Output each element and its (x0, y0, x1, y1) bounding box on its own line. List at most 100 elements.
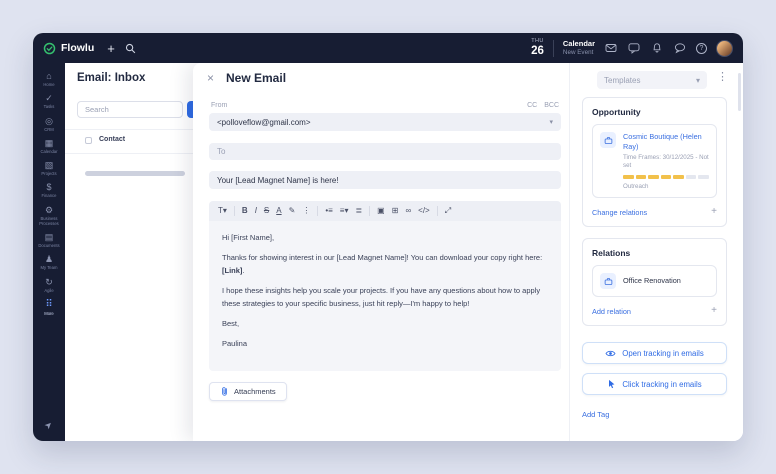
insert-image-button[interactable]: ▣ (377, 207, 385, 215)
app-sidebar: ⌂ Home ✓ Tasks ◎ CRM ▦ Calendar ▧ Projects $ F… (33, 63, 65, 441)
change-relations-link[interactable]: Change relations (592, 208, 647, 217)
flowlu-logo-icon (43, 42, 56, 54)
calendar-label: Calendar (562, 39, 595, 49)
opportunity-item[interactable]: Cosmic Boutique (Helen Ray) Time Frames:… (592, 124, 717, 199)
date-day: Thu (531, 38, 544, 44)
relation-item[interactable]: Office Renovation (592, 265, 717, 298)
to-input[interactable]: To (209, 143, 561, 160)
date-number: 26 (531, 44, 544, 57)
calendar-icon: ▦ (44, 137, 54, 148)
opportunity-title: Opportunity (592, 107, 641, 117)
progress-segment (623, 175, 634, 180)
close-icon[interactable]: × (207, 72, 214, 84)
numbered-list-button[interactable]: ≡▾ (340, 207, 349, 215)
search-icon[interactable] (124, 41, 138, 55)
documents-icon: ▤ (44, 232, 54, 242)
app-window: Flowlu + Thu 26 Calendar New Event (33, 33, 743, 441)
add-tag-link[interactable]: Add Tag (582, 410, 609, 419)
opportunity-name[interactable]: Cosmic Boutique (Helen Ray) (623, 132, 709, 152)
body-greeting: Hi [First Name], (222, 233, 275, 242)
horizontal-scrollbar[interactable] (85, 171, 185, 176)
new-email-modal: × New Email Templates ▾ ⋮ From CC BCC <p… (193, 63, 743, 441)
paperclip-icon (222, 387, 227, 396)
eye-icon (605, 350, 616, 356)
bcc-button[interactable]: BCC (544, 102, 559, 109)
relations-card: Relations Office Renovation Add relation… (582, 238, 727, 327)
bold-button[interactable]: B (242, 207, 248, 215)
page-title: Email: Inbox (77, 72, 146, 84)
align-button[interactable]: ≣ (355, 207, 362, 215)
bullet-list-button[interactable]: •≡ (325, 207, 332, 215)
sidebar-item-more[interactable]: ⠿ More (33, 296, 65, 319)
grid-icon: ⠿ (45, 298, 53, 310)
progress-segment (660, 175, 672, 180)
opportunity-card: Opportunity Cosmic Boutique (Helen Ray) … (582, 97, 727, 228)
finance-icon: $ (46, 182, 52, 193)
brand[interactable]: Flowlu (43, 42, 94, 55)
avatar[interactable] (716, 39, 733, 57)
create-button[interactable]: + (107, 42, 115, 55)
sidebar-item-business-processes[interactable]: ⚙ Business Processes (33, 202, 65, 230)
calendar-widget[interactable]: Calendar New Event (563, 39, 595, 56)
sidebar-item-tasks[interactable]: ✓ Tasks (33, 90, 65, 112)
more-formatting-button[interactable]: ⋮ (302, 207, 310, 215)
inbox-search-input[interactable]: Search (77, 101, 183, 118)
cc-button[interactable]: CC (527, 102, 537, 109)
sidebar-item-finance[interactable]: $ Finance (33, 179, 65, 201)
new-event-label: New Event (562, 48, 594, 56)
contact-column-header: Contact (99, 136, 126, 143)
open-tracking-button[interactable]: Open tracking in emails (582, 342, 727, 365)
body-signature: Paulina (222, 339, 248, 349)
sidebar-item-crm[interactable]: ◎ CRM (33, 113, 65, 135)
strikethrough-button[interactable]: S (264, 207, 269, 215)
sidebar-item-home[interactable]: ⌂ Home (33, 68, 65, 90)
date-widget[interactable]: Thu 26 (531, 38, 544, 57)
briefcase-icon (600, 132, 616, 148)
italic-button[interactable]: I (255, 207, 257, 215)
add-opportunity-icon[interactable]: + (711, 207, 717, 217)
from-select[interactable]: <polloveflow@gmail.com> ▾ (209, 113, 561, 131)
chat-icon[interactable] (673, 41, 687, 55)
email-body-editor[interactable]: Hi [First Name], Thanks for showing inte… (209, 221, 561, 371)
bell-icon[interactable] (650, 41, 664, 55)
insert-table-button[interactable]: ⊞ (392, 207, 399, 215)
briefcase-icon (600, 273, 616, 290)
sidebar-item-my-team[interactable]: ♟ My Team (33, 251, 65, 273)
modal-title: New Email (226, 71, 287, 85)
body-signoff: Best, (222, 318, 240, 328)
insert-link-button[interactable]: ∞ (405, 207, 411, 215)
from-label: From (211, 102, 228, 109)
tasks-icon: ✓ (45, 93, 53, 104)
help-icon[interactable]: ? (696, 42, 707, 54)
brand-label: Flowlu (61, 42, 95, 54)
topbar: Flowlu + Thu 26 Calendar New Event (33, 33, 743, 63)
relations-title: Relations (592, 248, 631, 259)
launch-icon[interactable]: ➤ (42, 419, 55, 432)
mail-icon[interactable] (604, 41, 618, 55)
link-placeholder: [Link] (222, 265, 243, 275)
comment-icon[interactable] (627, 41, 641, 55)
progress-segment (635, 175, 647, 180)
subject-input[interactable]: Your [Lead Magnet Name] is here! (209, 171, 561, 189)
add-relation-icon[interactable]: + (711, 306, 717, 316)
sidebar-item-documents[interactable]: ▤ Documents (33, 229, 65, 251)
chevron-down-icon: ▾ (549, 119, 553, 126)
progress-segment (698, 175, 710, 180)
highlight-button[interactable]: ✎ (289, 207, 296, 215)
opportunity-stage: Outreach (623, 183, 649, 191)
attachments-button[interactable]: Attachments (209, 382, 287, 401)
select-all-checkbox[interactable] (85, 137, 92, 144)
sidebar-item-calendar[interactable]: ▦ Calendar (33, 135, 65, 157)
font-style-button[interactable]: T▾ (218, 207, 227, 215)
body-paragraph: I hope these insights help you scale you… (222, 286, 541, 308)
agile-icon: ↻ (45, 276, 53, 287)
code-button[interactable]: </> (418, 207, 430, 215)
click-tracking-button[interactable]: Click tracking in emails (582, 373, 727, 396)
add-relation-link[interactable]: Add relation (592, 307, 631, 316)
progress-segment (673, 175, 684, 180)
sidebar-item-projects[interactable]: ▧ Projects (33, 157, 65, 179)
sidebar-item-agile[interactable]: ↻ Agile (33, 274, 65, 296)
text-color-button[interactable]: A (276, 207, 281, 215)
expand-button[interactable]: ⤢ (445, 207, 451, 215)
topbar-divider (552, 39, 554, 57)
